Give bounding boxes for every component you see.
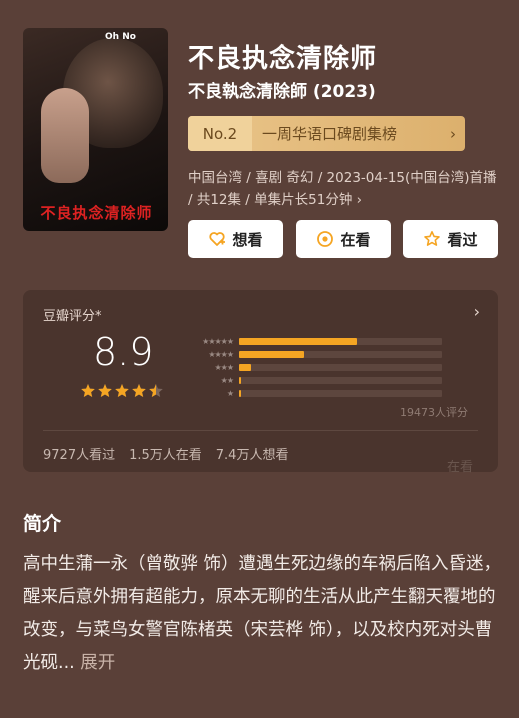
want-to-watch-button[interactable]: 想看 [188,220,283,258]
chevron-right-icon: › [450,124,456,143]
distribution-track [239,338,442,345]
want-count: 7.4万人想看 [215,448,289,463]
distribution-track [239,351,442,358]
mini-stars-icon: ★★★ [214,363,234,372]
rating-star-icon [132,384,146,397]
rating-star-icon [81,384,95,397]
distribution-row: ★★★★ [173,348,442,361]
distribution-bar [239,351,304,358]
distribution-track [239,390,442,397]
meta-text: 中国台湾 / 喜剧 奇幻 / 2023-04-15(中国台湾)首播 / 共12集… [188,170,497,208]
mini-stars-icon: ★ [226,389,234,398]
chevron-right-icon: › [356,192,363,208]
rating-stars [80,383,164,399]
distribution-row: ★★★★★ [173,335,442,348]
watched-count: 9727人看过 [43,448,116,463]
rating-source-label: 豆瓣评分* [43,309,102,324]
watching-label: 在看 [340,230,371,249]
mini-stars-icon: ★★ [220,376,234,385]
expand-link[interactable]: 展开 [80,653,115,673]
show-title: 不良执念清除师 [188,44,378,74]
poster-badge-text: Oh No [105,32,136,42]
rank-banner[interactable]: No.2 一周华语口碑剧集榜 › [188,116,465,151]
poster-image[interactable]: Oh No 不良执念清除师 [23,28,168,231]
distribution-bar [239,377,242,384]
distribution-row: ★ [173,387,442,400]
watching-button[interactable]: 在看 [296,220,391,258]
original-title: 不良執念清除師 (2023) [188,82,376,102]
rating-star-icon [115,384,129,397]
distribution-track [239,377,442,384]
rating-count: 19473人评分 [400,406,468,419]
intro-heading: 简介 [23,513,62,535]
distribution-bar [239,338,357,345]
mini-stars-icon: ★★★★ [208,350,234,359]
chevron-right-icon: › [473,302,480,321]
distribution-row: ★★ [173,374,442,387]
distribution-track [239,364,442,371]
rank-label: 一周华语口碑剧集榜 [262,125,398,143]
watched-label: 看过 [447,230,478,249]
poster-hand [41,88,89,183]
rating-card[interactable]: 豆瓣评分* › 8.9 ★★★★★ ★★★★ ★★★ ★★ ★ 19473人评分 972… [23,290,498,475]
heart-plus-icon [208,230,226,248]
rating-distribution: ★★★★★ ★★★★ ★★★ ★★ ★ [173,335,442,400]
watching-count: 1.5万人在看 [129,448,202,463]
show-meta[interactable]: 中国台湾 / 喜剧 奇幻 / 2023-04-15(中国台湾)首播 / 共12集… [188,167,503,211]
star-outline-icon [423,230,441,248]
distribution-bar [239,364,252,371]
rating-star-icon [149,384,163,397]
poster-title-art: 不良执念清除师 [40,204,153,222]
circle-dot-icon [316,230,334,248]
watched-button[interactable]: 看过 [403,220,498,258]
divider [43,430,478,431]
rating-star-icon [98,384,112,397]
rank-number: No.2 [188,116,252,151]
want-to-watch-label: 想看 [232,230,263,249]
distribution-bar [239,390,241,397]
intro-text: 高中生蒲一永（曾敬骅 饰）遭遇生死边缘的车祸后陷入昏迷，醒来后意外拥有超能力，原… [23,548,503,680]
distribution-row: ★★★ [173,361,442,374]
watermark-logo: 在看 [446,460,473,475]
rating-score: 8.9 [93,330,154,374]
mini-stars-icon: ★★★★★ [202,337,234,346]
watch-stats: 9727人看过 1.5万人在看 7.4万人想看 [43,444,288,463]
